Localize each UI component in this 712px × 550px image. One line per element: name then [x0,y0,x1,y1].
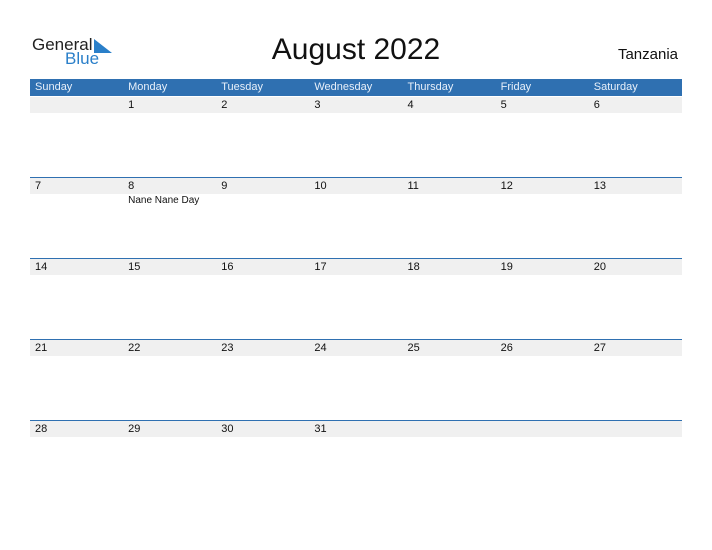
date-cell: 31 [314,423,327,435]
event-cell [589,356,682,357]
event-cell [496,113,589,114]
event-cell [309,275,402,276]
weekday-thursday: Thursday [407,81,454,93]
date-cell: 10 [314,180,327,192]
date-cell: 8 [128,180,135,192]
event-cell [123,113,216,114]
event-cell [496,275,589,276]
date-cell: 7 [35,180,42,192]
date-strip: 21 22 23 24 25 26 27 [30,340,682,356]
date-cell: 4 [407,99,414,111]
event-cell [216,113,309,114]
date-cell: 14 [35,261,48,273]
date-cell: 25 [407,342,420,354]
event-cell [589,437,682,438]
country-label: Tanzania [617,46,678,63]
date-strip: 14 15 16 17 18 19 20 [30,259,682,275]
events-area [30,113,682,114]
events-area [30,356,682,357]
event-cell [403,437,496,438]
week-row: 14 15 16 17 18 19 20 [30,258,682,340]
date-cell: 30 [221,423,234,435]
date-cell [589,421,682,437]
event-cell [309,113,402,114]
event-cell [216,437,309,438]
event-cell [216,356,309,357]
event-cell [309,194,402,206]
date-cell [403,421,496,437]
event-cell [123,275,216,276]
date-cell: 24 [314,342,327,354]
weekday-monday: Monday [128,81,168,93]
event-cell [30,113,123,114]
date-cell: 15 [128,261,141,273]
date-cell: 16 [221,261,234,273]
week-row: 28 29 30 31 [30,420,682,502]
event-cell [216,194,309,206]
date-cell [30,97,123,113]
week-row: 7 8 9 10 11 12 13 Nane Nane Day [30,177,682,259]
weekday-wednesday: Wednesday [314,81,373,93]
date-cell: 18 [407,261,420,273]
event-cell [30,437,123,438]
weekday-tuesday: Tuesday [221,81,264,93]
date-cell: 21 [35,342,48,354]
event-cell: Nane Nane Day [128,195,200,206]
date-cell: 28 [35,423,48,435]
date-strip: 7 8 9 10 11 12 13 [30,178,682,194]
date-strip: 1 2 3 4 5 6 [30,97,682,113]
date-cell: 20 [593,261,606,273]
event-cell [589,275,682,276]
date-cell: 29 [128,423,141,435]
calendar-title: August 2022 [271,33,441,66]
date-cell: 13 [593,180,606,192]
event-cell [123,437,216,438]
date-cell: 11 [407,180,419,192]
event-cell [30,356,123,357]
date-cell: 23 [221,342,234,354]
weekday-sunday: Sunday [35,81,73,93]
date-cell: 22 [128,342,141,354]
events-area [30,275,682,276]
event-cell [30,194,123,206]
event-cell [496,194,589,206]
date-cell: 3 [314,99,321,111]
date-cell: 2 [221,99,228,111]
events-area [30,437,682,438]
date-cell: 5 [500,99,507,111]
week-row: 1 2 3 4 5 6 [30,97,682,178]
event-cell [496,356,589,357]
weekday-header: Sunday Monday Tuesday Wednesday Thursday… [30,79,682,96]
event-cell [403,113,496,114]
event-cell [309,356,402,357]
event-cell [216,275,309,276]
date-cell: 19 [500,261,513,273]
event-cell [309,437,402,438]
event-cell [123,356,216,357]
weekday-saturday: Saturday [593,81,638,93]
event-cell [403,356,496,357]
date-strip: 28 29 30 31 [30,421,682,437]
date-cell: 12 [500,180,513,192]
event-cell [496,437,589,438]
date-cell: 17 [314,261,327,273]
date-cell [496,421,589,437]
event-cell [30,275,123,276]
date-cell: 1 [128,99,135,111]
event-cell [403,275,496,276]
week-row: 21 22 23 24 25 26 27 [30,339,682,421]
weekday-friday: Friday [500,81,532,93]
date-cell: 27 [593,342,606,354]
event-cell [589,113,682,114]
events-area: Nane Nane Day [30,194,682,206]
date-cell: 6 [593,99,600,111]
event-cell [403,194,496,206]
event-cell [589,194,682,206]
date-cell: 9 [221,180,228,192]
date-cell: 26 [500,342,513,354]
